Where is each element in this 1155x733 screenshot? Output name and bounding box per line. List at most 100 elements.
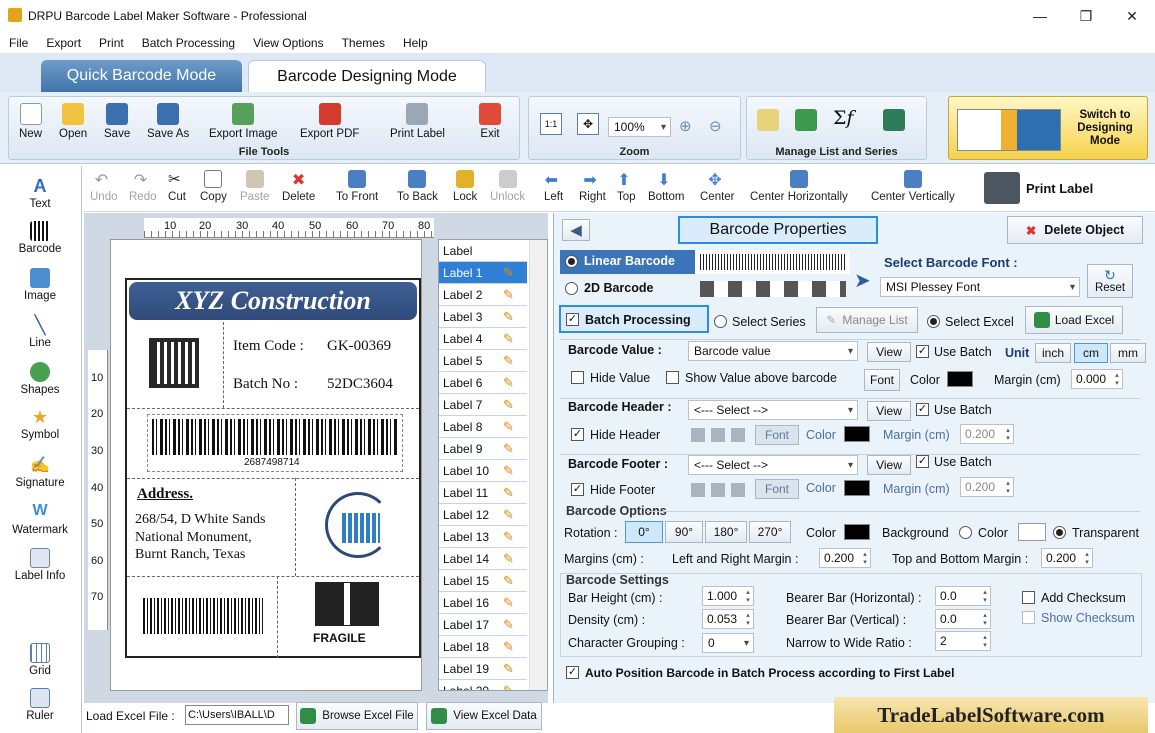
paste-button[interactable]: Paste: [240, 170, 269, 203]
browse-excel-button[interactable]: Browse Excel File: [296, 702, 418, 730]
label-list-item[interactable]: Label 1 ✎: [439, 262, 527, 284]
footer-font-button[interactable]: Font: [755, 479, 799, 499]
linear-barcode-option[interactable]: Linear Barcode: [560, 250, 850, 274]
label-info-tool[interactable]: Label Info: [0, 548, 80, 582]
rotation-180-button[interactable]: 180°: [705, 521, 747, 543]
undo-button[interactable]: ↶ Undo: [90, 170, 118, 203]
pencil-icon[interactable]: ✎: [503, 507, 517, 522]
watermark-tool[interactable]: W Watermark: [0, 502, 80, 536]
label-list-item[interactable]: Label 20 ✎: [439, 680, 527, 690]
label-list-item[interactable]: Label 4 ✎: [439, 328, 527, 350]
unit-cm-button[interactable]: cm: [1074, 343, 1108, 363]
hide-header-checkbox[interactable]: ✓: [571, 428, 584, 441]
select-series-radio[interactable]: [714, 315, 727, 328]
export-pdf-button[interactable]: Export PDF: [300, 103, 359, 140]
center-vertically-button[interactable]: Center Vertically: [871, 170, 955, 203]
label-list-item[interactable]: Label 12 ✎: [439, 504, 527, 526]
hide-footer-checkbox[interactable]: ✓: [571, 483, 584, 496]
bg-color-radio[interactable]: [959, 526, 972, 539]
options-color-swatch[interactable]: [844, 524, 870, 540]
grid-tool[interactable]: Grid: [0, 643, 80, 677]
close-button[interactable]: ✕: [1109, 0, 1155, 32]
align-bottom-button[interactable]: ⬇ Bottom: [648, 170, 684, 203]
label-list-item[interactable]: Label 17 ✎: [439, 614, 527, 636]
add-checksum-checkbox[interactable]: [1022, 591, 1035, 604]
pencil-icon[interactable]: ✎: [503, 617, 517, 632]
excel-icon[interactable]: [795, 109, 817, 131]
value-font-button[interactable]: Font: [864, 369, 900, 391]
bg-color-swatch[interactable]: [1018, 523, 1046, 541]
label-list-item[interactable]: Label 9 ✎: [439, 438, 527, 460]
align-left-button[interactable]: ⬅ Left: [544, 170, 563, 203]
footer-margin-input[interactable]: 0.200: [960, 477, 1014, 497]
label-list-item[interactable]: Label 16 ✎: [439, 592, 527, 614]
rotation-90-button[interactable]: 90°: [665, 521, 703, 543]
series-icon[interactable]: [883, 109, 905, 131]
barcode-header-select[interactable]: <--- Select -->: [688, 400, 858, 420]
footer-color-swatch[interactable]: [844, 480, 870, 496]
pencil-icon[interactable]: ✎: [503, 441, 517, 456]
maximize-button[interactable]: ❐: [1063, 0, 1109, 32]
value-color-swatch[interactable]: [947, 371, 973, 387]
label-list-item[interactable]: Label 2 ✎: [439, 284, 527, 306]
barcode-value-select[interactable]: Barcode value: [688, 341, 858, 361]
export-image-button[interactable]: Export Image: [209, 103, 277, 140]
zoom-in-icon[interactable]: ⊕: [679, 117, 692, 135]
barcode-font-select[interactable]: MSI Plessey Font: [880, 277, 1080, 297]
density-input[interactable]: 0.053: [702, 609, 754, 629]
2d-barcode-option[interactable]: 2D Barcode: [560, 277, 850, 301]
label-list-item[interactable]: Label 3 ✎: [439, 306, 527, 328]
view-excel-data-button[interactable]: View Excel Data: [426, 702, 542, 730]
header-font-button[interactable]: Font: [755, 425, 799, 445]
menu-export[interactable]: Export: [46, 36, 81, 50]
bottom-barcode[interactable]: [143, 598, 263, 634]
print-label-toolbar-button[interactable]: Print Label: [980, 168, 1150, 208]
center-horizontally-button[interactable]: Center Horizontally: [750, 170, 848, 203]
redo-button[interactable]: ↷ Redo: [129, 170, 157, 203]
value-margin-input[interactable]: 0.000: [1071, 369, 1123, 389]
center-button[interactable]: ✥ Center: [700, 170, 735, 203]
signature-tool[interactable]: ✍ Signature: [0, 455, 80, 489]
footer-align-buttons-icon[interactable]: [691, 483, 747, 497]
view-header-button[interactable]: View: [867, 401, 911, 421]
text-tool[interactable]: A Text: [0, 176, 80, 210]
save-button[interactable]: Save: [104, 103, 130, 140]
bar-height-input[interactable]: 1.000: [702, 586, 754, 606]
label-list-item[interactable]: Label 19 ✎: [439, 658, 527, 680]
menu-print[interactable]: Print: [99, 36, 124, 50]
copy-button[interactable]: Copy: [200, 170, 227, 203]
menu-batch-processing[interactable]: Batch Processing: [142, 36, 235, 50]
to-front-button[interactable]: To Front: [336, 170, 378, 203]
open-button[interactable]: Open: [59, 103, 87, 140]
tb-margin-input[interactable]: 0.200: [1041, 548, 1093, 568]
selected-barcode[interactable]: 2687498714: [147, 414, 403, 472]
label-list-item[interactable]: Label 11 ✎: [439, 482, 527, 504]
pencil-icon[interactable]: ✎: [503, 639, 517, 654]
zoom-select[interactable]: 100%: [608, 117, 671, 137]
print-label-button[interactable]: Print Label: [390, 103, 445, 140]
edit-list-icon[interactable]: [757, 109, 779, 131]
pencil-icon[interactable]: ✎: [503, 573, 517, 588]
header-color-swatch[interactable]: [844, 426, 870, 442]
menu-help[interactable]: Help: [403, 36, 428, 50]
new-button[interactable]: New: [19, 103, 42, 140]
pencil-icon[interactable]: ✎: [503, 375, 517, 390]
exit-button[interactable]: Exit: [479, 103, 501, 140]
label-card[interactable]: XYZ Construction Item Code : GK-00369 Ba…: [125, 278, 421, 658]
pencil-icon[interactable]: ✎: [503, 419, 517, 434]
pencil-icon[interactable]: ✎: [503, 463, 517, 478]
line-tool[interactable]: ╲ Line: [0, 315, 80, 349]
pencil-icon[interactable]: ✎: [503, 485, 517, 500]
linear-radio[interactable]: [565, 255, 578, 268]
label-list-item[interactable]: Label 18 ✎: [439, 636, 527, 658]
company-banner[interactable]: XYZ Construction: [129, 282, 417, 320]
menu-themes[interactable]: Themes: [342, 36, 385, 50]
reset-button[interactable]: ↻ Reset: [1087, 264, 1133, 298]
label-list-item[interactable]: Label 15 ✎: [439, 570, 527, 592]
symbol-tool[interactable]: ★ Symbol: [0, 407, 80, 441]
transparent-radio[interactable]: [1053, 526, 1066, 539]
pencil-icon[interactable]: ✎: [503, 397, 517, 412]
switch-designing-mode-button[interactable]: Switch to Designing Mode: [948, 96, 1148, 160]
batch-processing-checkbox[interactable]: ✓: [566, 313, 579, 326]
batch-processing-box[interactable]: ✓ Batch Processing: [559, 305, 709, 333]
